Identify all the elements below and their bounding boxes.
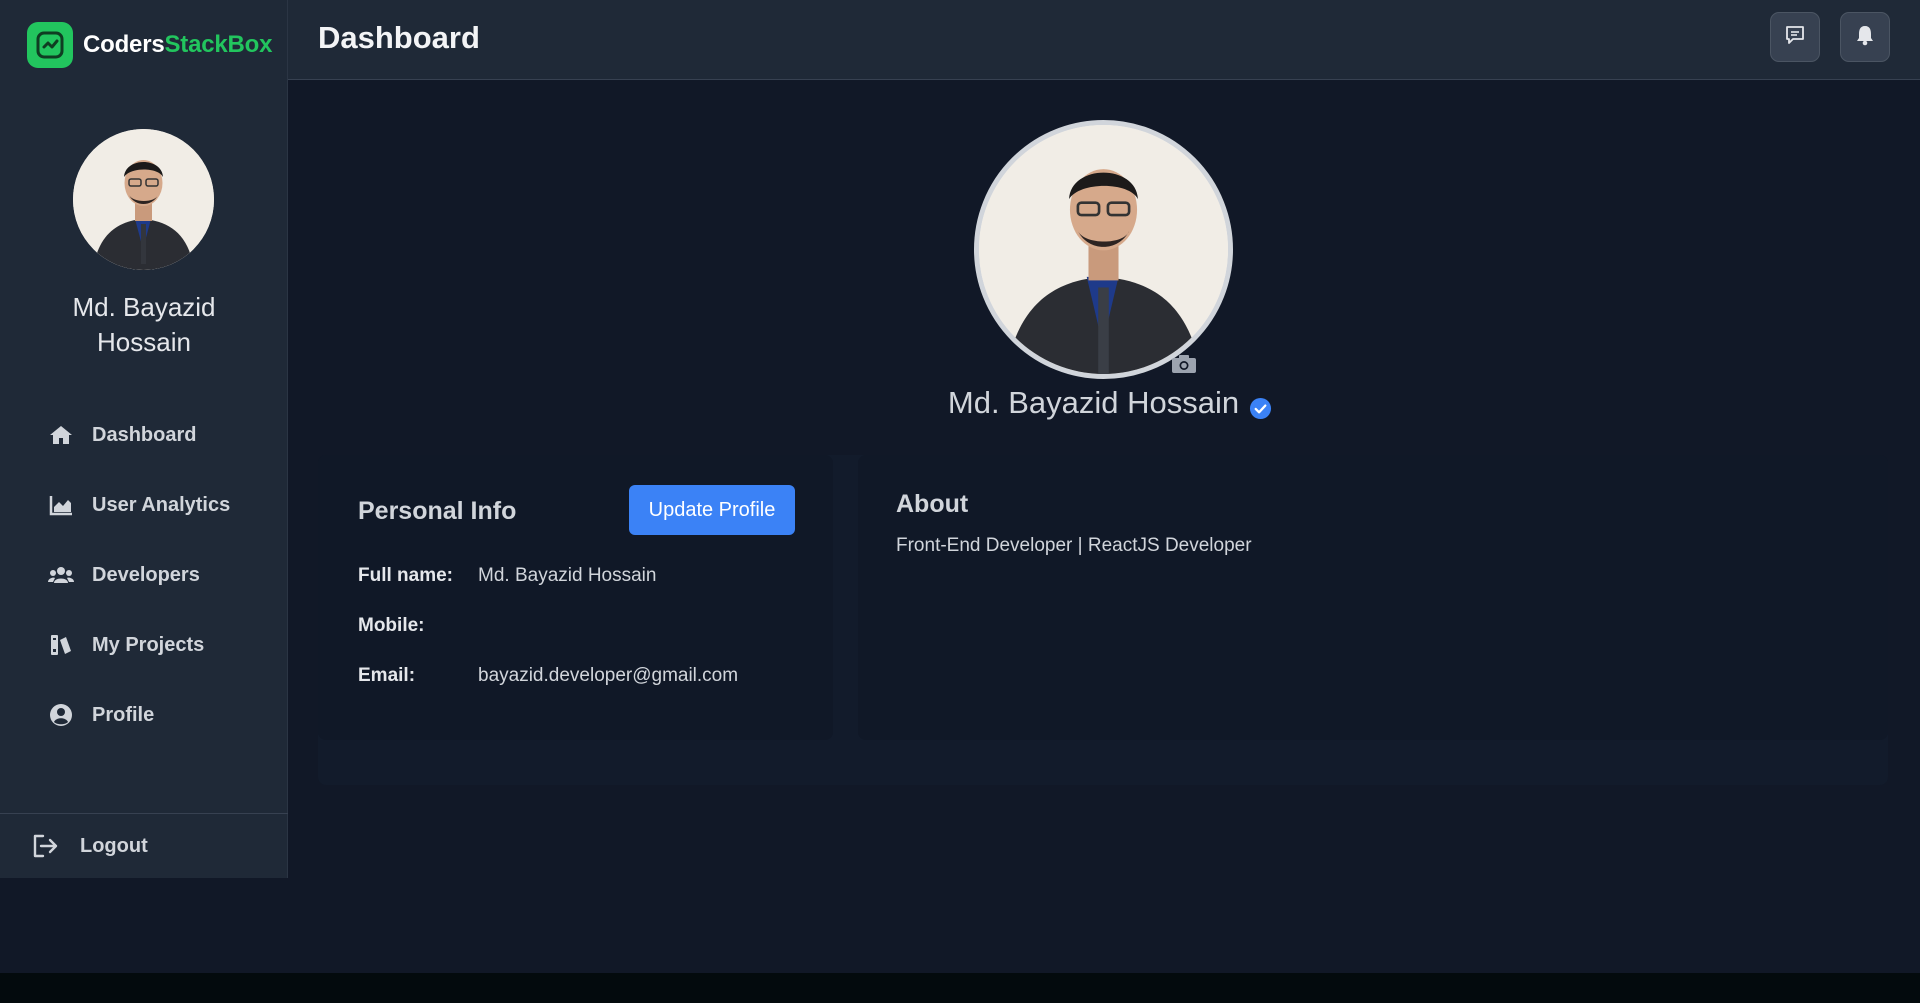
about-text: Front-End Developer | ReactJS Developer: [896, 535, 1252, 556]
bottom-bar: [0, 973, 1920, 1003]
sidebar-nav: Dashboard User Analytics Developers My P…: [0, 400, 288, 750]
app-root: CodersStackBox Md. Bayazid Hossain Dashb…: [0, 0, 1920, 1003]
sidebar-item-my-projects[interactable]: My Projects: [0, 610, 288, 680]
brand-name-part-2: StackBox: [164, 31, 273, 58]
sidebar-avatar: [73, 129, 214, 270]
sidebar-user-name: Md. Bayazid Hossain: [72, 292, 216, 357]
logo-icon: [27, 22, 73, 68]
logout-button[interactable]: Logout: [0, 813, 288, 878]
page-title: Dashboard: [318, 20, 480, 55]
logout-label: Logout: [80, 834, 148, 857]
brand-name: CodersStackBox: [83, 31, 272, 59]
about-card: [858, 455, 1888, 740]
top-header: Dashboard: [288, 0, 1920, 80]
profile-name: Md. Bayazid Hossain: [947, 385, 1240, 420]
sidebar-item-label: Developers: [92, 563, 200, 586]
full-name-label: Full name:: [358, 565, 454, 586]
personal-info-title: Personal Info: [358, 497, 517, 525]
email-label: Email:: [358, 665, 416, 686]
sidebar: CodersStackBox Md. Bayazid Hossain Dashb…: [0, 0, 288, 878]
notifications-button[interactable]: [1840, 12, 1890, 62]
email-value: bayazid.developer@gmail.com: [478, 665, 739, 686]
brand-logo[interactable]: CodersStackBox: [27, 22, 272, 68]
mobile-label: Mobile:: [358, 615, 425, 636]
update-profile-button[interactable]: Update Profile: [629, 485, 795, 535]
sidebar-item-label: My Projects: [92, 633, 205, 656]
home-icon: [48, 422, 74, 448]
sidebar-item-profile[interactable]: Profile: [0, 680, 288, 750]
user-circle-icon: [48, 702, 74, 728]
bell-icon: [1855, 24, 1875, 51]
sidebar-item-dashboard[interactable]: Dashboard: [0, 400, 288, 470]
brand-name-part-1: Coders: [83, 31, 165, 58]
sidebar-item-label: Profile: [92, 703, 155, 726]
verified-badge-icon: [1249, 392, 1272, 419]
sidebar-item-label: Dashboard: [92, 423, 197, 446]
profile-name-row: Md. Bayazid Hossain: [900, 385, 1320, 421]
full-name-value: Md. Bayazid Hossain: [478, 565, 657, 586]
about-title: About: [896, 490, 969, 518]
area-chart-icon: [48, 492, 74, 518]
logout-icon: [30, 831, 60, 861]
users-icon: [48, 562, 74, 588]
profile-avatar: [974, 120, 1233, 379]
projects-icon: [48, 632, 74, 658]
message-icon: [1784, 24, 1806, 51]
sidebar-item-label: User Analytics: [92, 493, 231, 516]
sidebar-item-user-analytics[interactable]: User Analytics: [0, 470, 288, 540]
camera-icon[interactable]: [1171, 354, 1197, 374]
messages-button[interactable]: [1770, 12, 1820, 62]
sidebar-item-developers[interactable]: Developers: [0, 540, 288, 610]
